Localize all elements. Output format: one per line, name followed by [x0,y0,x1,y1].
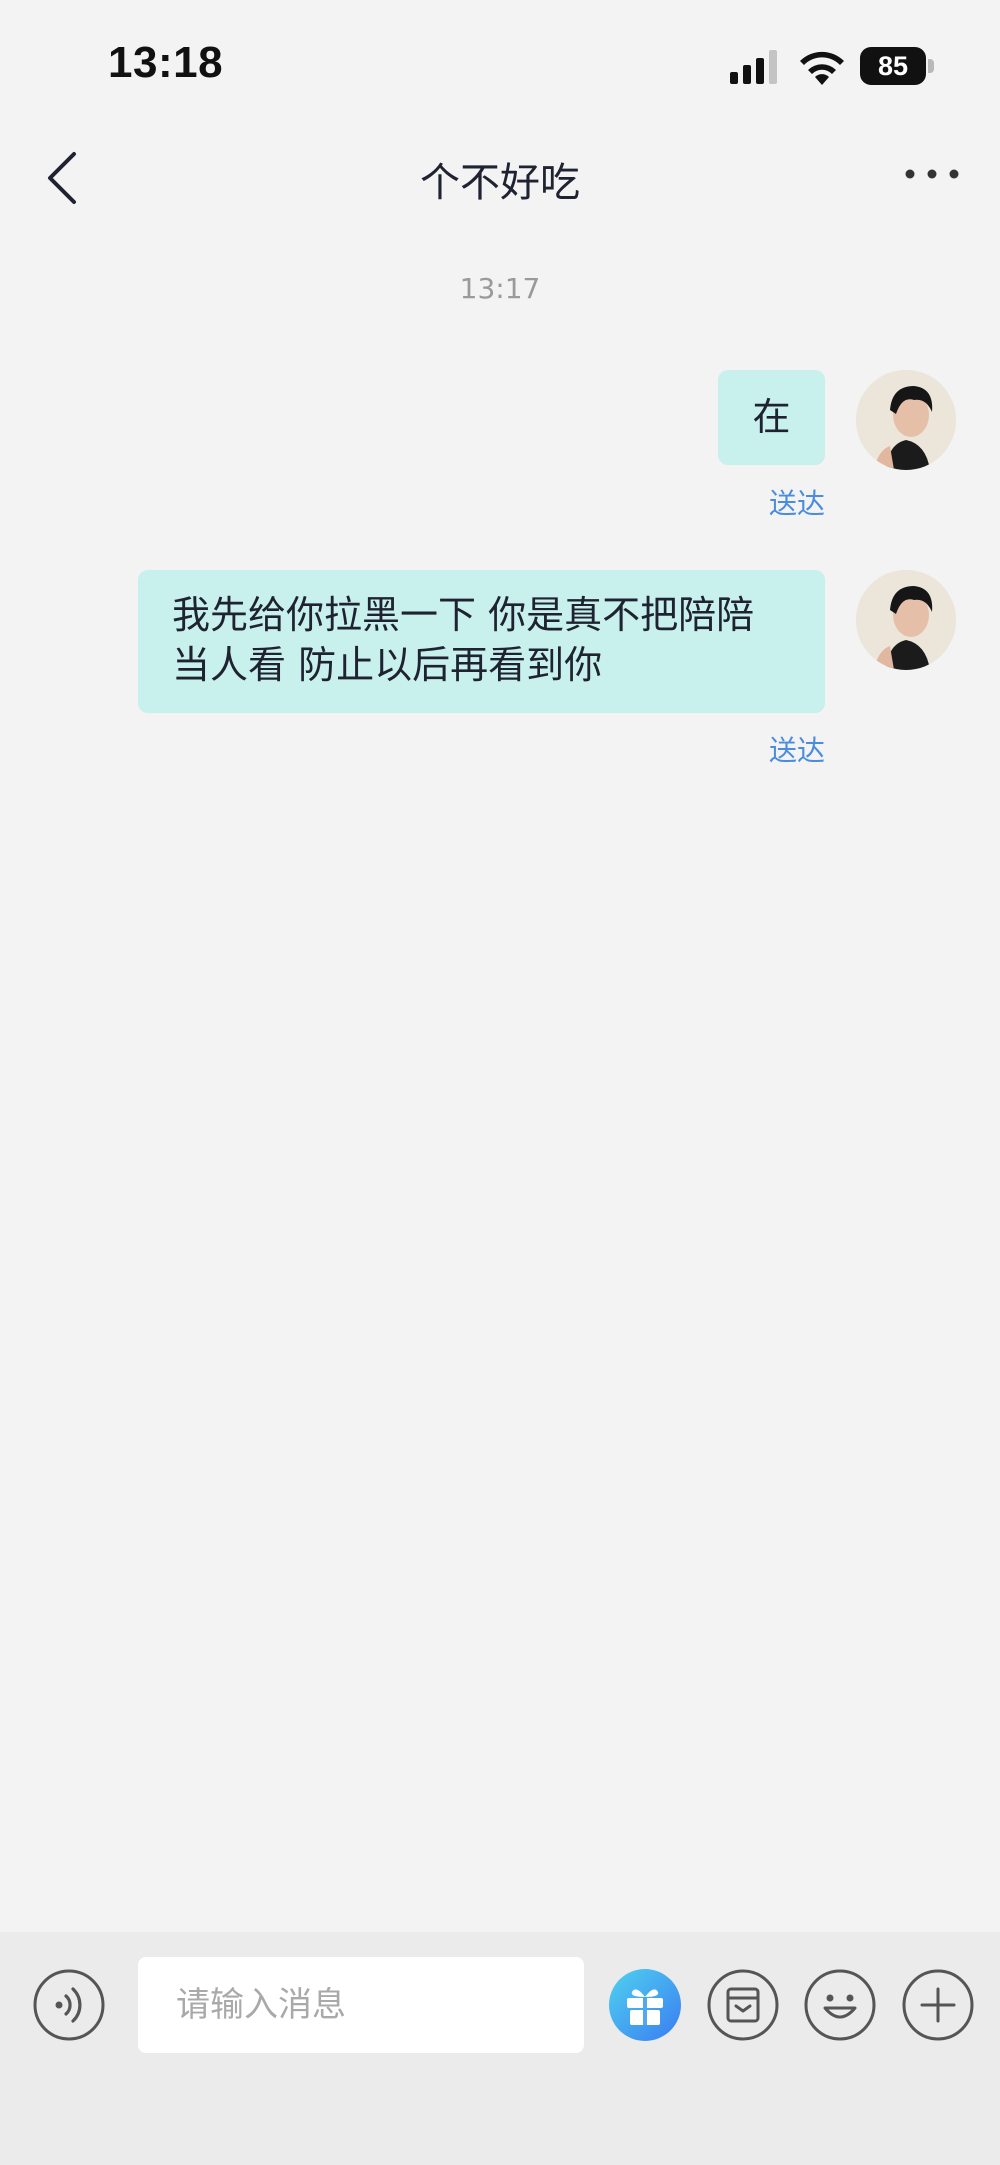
battery-icon: 85 [860,47,934,85]
album-icon[interactable] [706,1968,780,2042]
delivered-status: 送达 [768,487,825,520]
status-time: 13:18 [108,38,224,87]
more-options-button[interactable] [900,160,964,188]
gift-icon[interactable] [608,1968,682,2042]
back-button[interactable] [38,148,88,208]
delivered-status: 送达 [768,734,825,767]
message-input-bar [0,1932,1000,2165]
cellular-signal-icon [730,50,777,84]
message-bubble[interactable]: 在 [718,370,825,465]
plus-icon[interactable] [901,1968,975,2042]
avatar-image [856,570,956,670]
wifi-icon [800,51,844,85]
battery-level: 85 [860,47,926,85]
chat-screen: 13:18 85 个不好吃 13:17 在 送达 我先给你拉黑一下 你是真不把陪… [0,0,1000,2165]
chat-title: 个不好吃 [420,160,580,206]
avatar-image [856,370,956,470]
chat-timestamp: 13:17 [459,272,541,305]
avatar[interactable] [856,370,956,470]
battery-tip [928,59,934,73]
avatar[interactable] [856,570,956,670]
status-bar: 13:18 85 [0,0,1000,120]
message-bubble[interactable]: 我先给你拉黑一下 你是真不把陪陪当人看 防止以后再看到你 [138,570,825,713]
emoji-icon[interactable] [803,1968,877,2042]
voice-icon[interactable] [32,1968,106,2042]
message-input[interactable] [138,1957,584,2053]
